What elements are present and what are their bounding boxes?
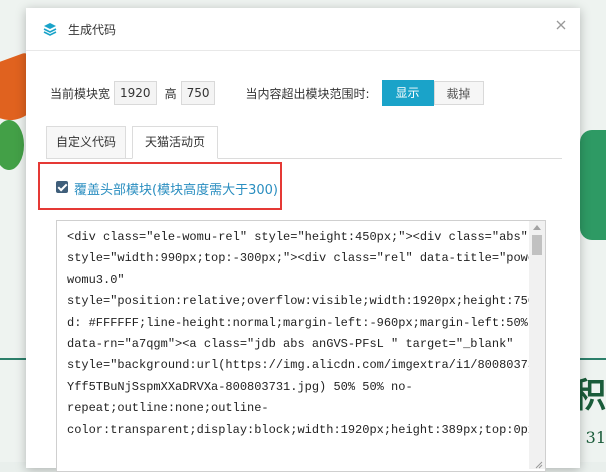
background-number: 31 [585,428,606,447]
scroll-up-arrow-icon[interactable] [533,225,541,230]
code-tabs: 自定义代码 天猫活动页 [46,126,562,159]
overflow-label: 当内容超出模块范围时: [245,86,370,101]
crop-button[interactable]: 裁掉 [433,81,484,105]
code-scrollbar[interactable] [529,221,545,469]
width-label: 当前模块宽 [50,86,111,101]
code-line: repeat;outline:none;outline- [67,401,269,416]
dialog-title: 生成代码 [68,23,117,37]
height-value: 750 [180,81,216,105]
code-textarea[interactable]: <div class="ele-womu-rel" style="height:… [56,220,546,472]
width-value: 1920 [114,81,157,105]
tab-tmall-activity-page[interactable]: 天猫活动页 [132,126,218,159]
decoration-green-band [580,130,606,240]
resize-handle-icon[interactable] [533,459,543,469]
code-line: d: #FFFFFF;line-height:normal;margin-lef… [67,315,545,330]
logo-icon [43,23,57,36]
code-line: Yff5TBuNjSspmXXaDRVXa-800803731.jpg) 50%… [67,379,413,394]
scrollbar-thumb[interactable] [532,235,542,255]
tab-custom-code[interactable]: 自定义代码 [46,126,126,159]
generate-code-dialog: 生成代码 当前模块宽 1920 高 750 当内容超出模块范围时: 显示 裁掉 … [26,8,580,472]
height-label: 高 [164,86,177,101]
code-line: <div class="ele-womu-rel" style="height:… [67,230,528,244]
module-size-row: 当前模块宽 1920 高 750 当内容超出模块范围时: 显示 裁掉 [50,80,484,106]
cover-header-label[interactable]: 覆盖头部模块(模块高度需大于300) [74,179,278,198]
dialog-header: 生成代码 [26,8,580,51]
cover-header-highlight: 覆盖头部模块(模块高度需大于300) [38,162,282,210]
code-content[interactable]: <div class="ele-womu-rel" style="height:… [67,227,545,441]
code-line: data-rn="a7qgm"><a class="jdb abs anGVS-… [67,337,514,352]
show-button[interactable]: 显示 [381,80,434,106]
code-line: womu3.0" [67,272,125,287]
close-icon[interactable] [554,18,568,32]
code-line: color:transparent;display:block;width:19… [67,422,545,437]
cover-header-checkbox[interactable] [56,181,68,193]
code-line: style="position:relative;overflow:visibl… [67,294,546,309]
code-line: style="background:url(https://img.alicdn… [67,358,546,373]
code-line: style="width:990px;top:-300px;"><div cla… [67,251,546,266]
decoration-leaf-green [0,120,24,170]
